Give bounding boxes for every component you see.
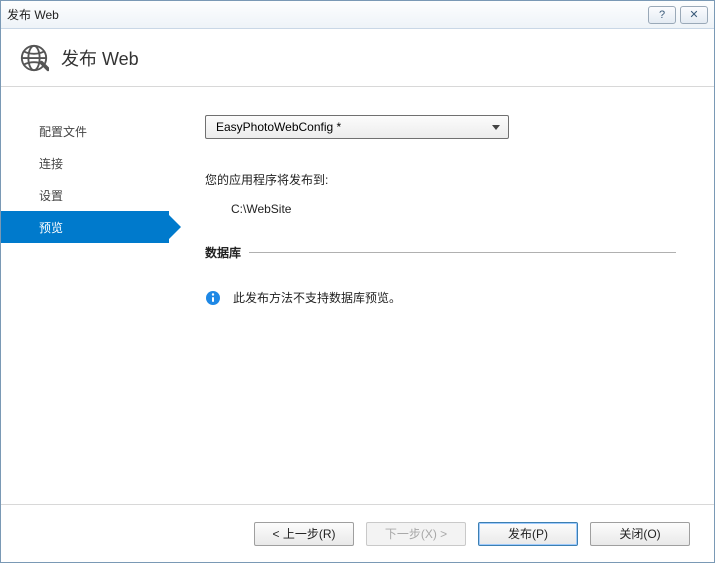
profile-row: EasyPhotoWebConfig * bbox=[205, 115, 676, 139]
help-icon: ? bbox=[659, 9, 665, 21]
database-section-header: 数据库 bbox=[205, 244, 676, 261]
button-label: 发布(P) bbox=[508, 525, 548, 542]
button-label: < 上一步(R) bbox=[272, 525, 335, 542]
profile-dropdown-value: EasyPhotoWebConfig * bbox=[216, 120, 492, 134]
window-title: 发布 Web bbox=[7, 6, 644, 23]
sidebar-item-label: 设置 bbox=[39, 187, 63, 204]
titlebar: 发布 Web ? ✕ bbox=[1, 1, 714, 29]
database-section-title: 数据库 bbox=[205, 244, 241, 261]
sidebar-item-settings[interactable]: 设置 bbox=[1, 179, 169, 211]
section-divider bbox=[249, 252, 676, 253]
chevron-down-icon bbox=[492, 125, 500, 130]
publish-button[interactable]: 发布(P) bbox=[478, 522, 578, 546]
next-button: 下一步(X) > bbox=[366, 522, 466, 546]
database-message: 此发布方法不支持数据库预览。 bbox=[233, 289, 401, 306]
sidebar-item-label: 连接 bbox=[39, 155, 63, 172]
globe-icon bbox=[19, 43, 49, 73]
info-icon bbox=[205, 290, 221, 306]
profile-dropdown[interactable]: EasyPhotoWebConfig * bbox=[205, 115, 509, 139]
sidebar-item-label: 预览 bbox=[39, 219, 63, 236]
publish-target-value: C:\WebSite bbox=[231, 202, 676, 216]
sidebar: 配置文件 连接 设置 预览 bbox=[1, 87, 169, 504]
sidebar-item-connection[interactable]: 连接 bbox=[1, 147, 169, 179]
content-area: EasyPhotoWebConfig * 您的应用程序将发布到: C:\WebS… bbox=[169, 87, 714, 504]
close-button[interactable]: 关闭(O) bbox=[590, 522, 690, 546]
header: 发布 Web bbox=[1, 29, 714, 87]
database-message-row: 此发布方法不支持数据库预览。 bbox=[205, 289, 676, 306]
sidebar-item-profile[interactable]: 配置文件 bbox=[1, 115, 169, 147]
sidebar-item-preview[interactable]: 预览 bbox=[1, 211, 169, 243]
close-window-button[interactable]: ✕ bbox=[680, 6, 708, 24]
close-icon: ✕ bbox=[689, 8, 698, 21]
footer: < 上一步(R) 下一步(X) > 发布(P) 关闭(O) bbox=[1, 504, 714, 562]
dialog-window: 发布 Web ? ✕ 发布 Web 配置文件 连接 设置 bbox=[0, 0, 715, 563]
page-title: 发布 Web bbox=[61, 45, 139, 71]
sidebar-item-label: 配置文件 bbox=[39, 123, 87, 140]
button-label: 关闭(O) bbox=[619, 525, 660, 542]
previous-button[interactable]: < 上一步(R) bbox=[254, 522, 354, 546]
help-button[interactable]: ? bbox=[648, 6, 676, 24]
publish-target-label: 您的应用程序将发布到: bbox=[205, 171, 676, 188]
button-label: 下一步(X) > bbox=[385, 525, 447, 542]
body: 配置文件 连接 设置 预览 EasyPhotoWebConfig * 您的应用程… bbox=[1, 87, 714, 504]
